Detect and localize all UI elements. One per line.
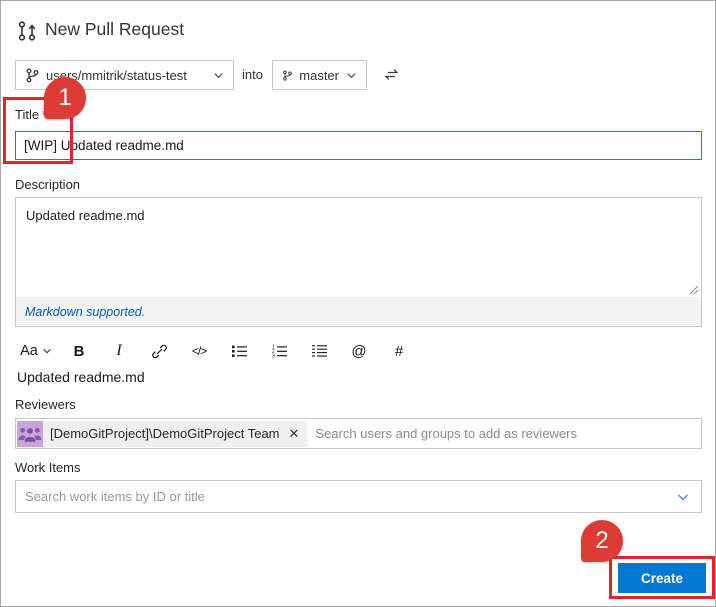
- task-list-button[interactable]: [299, 338, 339, 364]
- task-list-icon: [311, 345, 327, 357]
- new-pull-request-page: New Pull Request users/mmitrik/status-te…: [0, 0, 716, 607]
- callout-step-badge-2: 2: [581, 520, 623, 562]
- callout-step-number: 1: [58, 84, 72, 111]
- reviewers-input-box: [DemoGitProject]\DemoGitProject Team ✕: [15, 418, 702, 449]
- branch-icon: [283, 69, 292, 81]
- description-footer: Markdown supported.: [16, 297, 701, 326]
- chevron-down-icon: [347, 72, 356, 78]
- team-avatar-icon: [17, 420, 43, 447]
- work-items-label: Work Items: [15, 460, 81, 475]
- chevron-down-icon[interactable]: [676, 490, 690, 504]
- svg-text:3: 3: [272, 354, 275, 359]
- title-input[interactable]: [15, 131, 702, 160]
- reviewer-search-input[interactable]: [307, 419, 701, 448]
- mention-button[interactable]: @: [339, 338, 379, 364]
- description-box: Updated readme.md Markdown supported.: [15, 197, 702, 327]
- pull-request-icon: [18, 21, 36, 41]
- work-items-search-input[interactable]: [16, 481, 676, 512]
- reviewer-chip[interactable]: [DemoGitProject]\DemoGitProject Team ✕: [17, 420, 308, 447]
- italic-button[interactable]: I: [99, 338, 139, 364]
- target-branch-name: master: [299, 67, 339, 83]
- remove-reviewer-icon[interactable]: ✕: [289, 426, 300, 442]
- reviewers-label: Reviewers: [15, 397, 76, 412]
- description-label: Description: [15, 177, 81, 192]
- swap-branches-icon[interactable]: [383, 66, 400, 83]
- bulleted-list-button[interactable]: [219, 338, 259, 364]
- chevron-down-icon: [43, 348, 51, 354]
- description-textarea[interactable]: Updated readme.md: [16, 198, 701, 297]
- target-branch-select[interactable]: master: [272, 60, 367, 90]
- work-items-input-box: [15, 480, 702, 513]
- bold-button[interactable]: B: [59, 338, 99, 364]
- format-label: Aa: [20, 343, 38, 359]
- callout-step-badge-1: 1: [44, 77, 86, 119]
- chevron-down-icon: [214, 72, 223, 78]
- code-button[interactable]: </>: [179, 338, 219, 364]
- markdown-toolbar: Aa B I </> 1 2 3 @ #: [13, 338, 419, 364]
- branch-icon: [26, 68, 39, 82]
- link-icon: [151, 344, 167, 358]
- into-label: into: [242, 67, 263, 82]
- reviewer-chip-body: [DemoGitProject]\DemoGitProject Team ✕: [43, 420, 308, 447]
- work-item-reference-button[interactable]: #: [379, 338, 419, 364]
- resize-handle-icon[interactable]: [689, 285, 699, 295]
- bulleted-list-icon: [231, 345, 247, 357]
- callout-step-number: 2: [595, 527, 609, 554]
- link-button[interactable]: [139, 338, 179, 364]
- markdown-supported-link[interactable]: Markdown supported.: [25, 305, 145, 319]
- page-title: New Pull Request: [45, 19, 185, 39]
- reviewer-name: [DemoGitProject]\DemoGitProject Team: [50, 426, 280, 441]
- callout-rectangle-2: [609, 556, 715, 599]
- description-preview-text: Updated readme.md: [17, 369, 145, 385]
- format-dropdown-button[interactable]: Aa: [13, 338, 59, 364]
- numbered-list-button[interactable]: 123: [259, 338, 299, 364]
- numbered-list-icon: 123: [272, 344, 287, 359]
